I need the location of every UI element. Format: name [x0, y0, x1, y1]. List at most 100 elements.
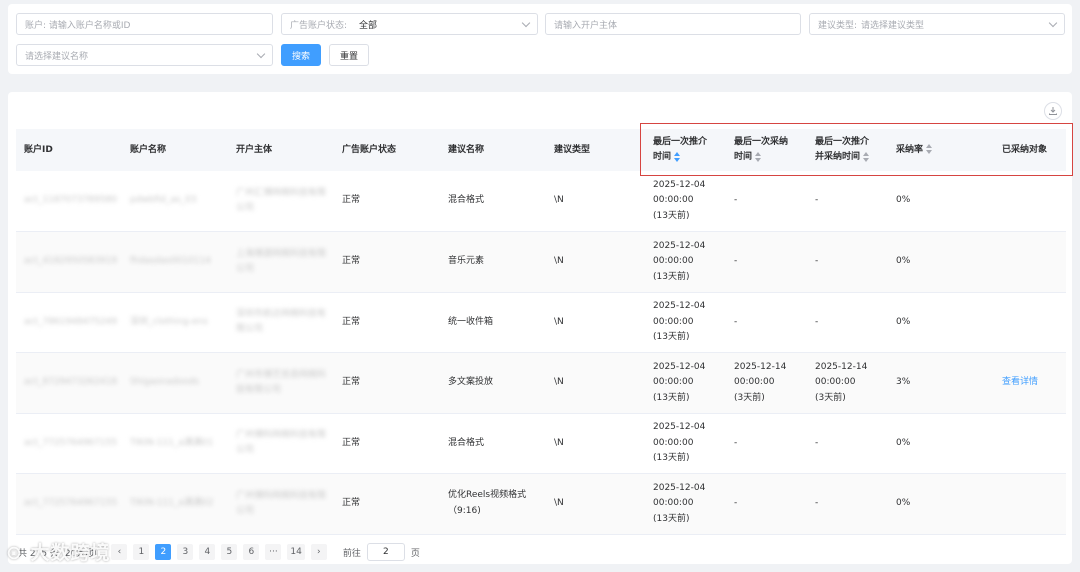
sort-icon[interactable] — [674, 151, 681, 162]
col-last-push-adopt[interactable]: 最后一次推介 并采纳时间 — [807, 129, 888, 171]
push-date: 2025-12-04 — [653, 240, 706, 251]
suggest-type-cell: \N — [554, 316, 564, 327]
suggest-type-select[interactable]: 建议类型: 请选择建议类型 — [809, 13, 1065, 35]
page-button[interactable]: 6 — [243, 544, 260, 560]
col-adopt-rate[interactable]: 采纳率 — [888, 129, 994, 171]
status-cell: 正常 — [342, 256, 361, 266]
adopt-rate-cell: 0% — [896, 195, 911, 206]
download-button[interactable] — [1044, 102, 1062, 120]
entity-input[interactable]: 请输入开户主体 — [545, 13, 801, 35]
prev-page-button[interactable]: ‹ — [111, 544, 128, 560]
account-name-cell: pdwbfid_as_03 — [130, 195, 197, 206]
adopt-date: - — [734, 316, 738, 327]
suggest-type-label: 建议类型: — [818, 20, 858, 31]
suggest-name-cell: 多文案投放 — [448, 377, 494, 387]
search-button[interactable]: 搜索 — [281, 44, 321, 66]
push-date: 2025-12-04 — [653, 361, 706, 372]
sort-icon[interactable] — [863, 151, 870, 162]
push-ago: (13天前) — [653, 332, 690, 342]
suggest-name-placeholder: 请选择建议名称 — [25, 51, 89, 62]
adopt-date: - — [734, 437, 738, 448]
sort-icon[interactable] — [926, 144, 933, 154]
page-button[interactable]: 5 — [221, 544, 238, 560]
account-name-cell: Shigaonadoods — [130, 377, 199, 387]
account-name-cell: 深圳_clothing-ens — [130, 316, 208, 327]
push-time: 00:00:00 — [653, 498, 694, 508]
adopt-date: - — [734, 256, 738, 266]
suggest-type-cell: \N — [554, 498, 564, 508]
status-cell: 正常 — [342, 437, 361, 448]
entity-cell: 深圳市航达网络科技有限公司 — [236, 309, 327, 334]
suggest-type-cell: \N — [554, 256, 564, 266]
suggestion-table: 账户ID 账户名称 开户主体 广告账户状态 建议名称 建议类型 最后一次推介 时… — [16, 129, 1066, 535]
push-adopt-time: 00:00:00 — [815, 377, 856, 387]
push-adopt-date: - — [815, 195, 819, 206]
push-ago: (13天前) — [653, 271, 690, 282]
status-cell: 正常 — [342, 377, 361, 387]
adopt-time: 00:00:00 — [734, 377, 775, 387]
account-id-cell: act_4182950583919 — [24, 256, 117, 266]
push-date: 2025-12-04 — [653, 179, 706, 190]
account-id-cell: act_8729473262418 — [24, 377, 117, 387]
view-details-link[interactable]: 查看详情 — [1002, 377, 1038, 387]
col-last-adopt-line2: 时间 — [734, 152, 753, 162]
entity-cell: 广州博科网络科技有限公司 — [236, 430, 327, 455]
account-name-cell: TIKIN-111_a满满02 — [130, 498, 214, 508]
push-adopt-date: 2025-12-14 — [815, 361, 868, 372]
account-search-placeholder: 账户: 请输入账户名称或ID — [25, 20, 131, 31]
col-last-adopt[interactable]: 最后一次采纳 时间 — [726, 129, 807, 171]
adopt-date: 2025-12-14 — [734, 361, 787, 372]
sort-icon[interactable] — [755, 151, 762, 162]
push-adopt-date: - — [815, 316, 819, 327]
status-cell: 正常 — [342, 195, 361, 206]
suggest-type-cell: \N — [554, 437, 564, 448]
account-search-input[interactable]: 账户: 请输入账户名称或ID — [16, 13, 273, 35]
suggest-type-cell: \N — [554, 195, 564, 206]
push-date: 2025-12-04 — [653, 482, 706, 493]
goto-page-input[interactable]: 2 — [366, 543, 405, 561]
status-select[interactable]: 广告账户状态: 全部 — [281, 13, 538, 35]
suggest-name-cell: 混合格式 — [448, 195, 485, 206]
account-id-cell: act_7725764967155 — [24, 437, 117, 448]
push-ago: (13天前) — [653, 453, 690, 463]
col-suggest-name: 建议名称 — [440, 129, 546, 171]
page-button[interactable]: 2 — [155, 544, 172, 560]
page-button[interactable]: 1 — [133, 544, 150, 560]
page-button[interactable]: 4 — [199, 544, 216, 560]
account-name-cell: fhdasdas0010114 — [130, 256, 211, 266]
col-entity: 开户主体 — [228, 129, 334, 171]
account-id-cell: act_1187073789580 — [24, 195, 117, 206]
push-date: 2025-12-04 — [653, 422, 706, 432]
push-date: 2025-12-04 — [653, 301, 706, 311]
adopt-date: - — [734, 195, 738, 206]
table-row: act_7725764967155 TIKIN-111_a满满02 广州博科网络科技… — [16, 473, 1066, 535]
next-page-button[interactable]: › — [310, 544, 327, 560]
adopt-rate-cell: 0% — [896, 437, 911, 448]
status-cell: 正常 — [342, 316, 361, 327]
push-ago: (13天前) — [653, 513, 690, 524]
filter-panel: 账户: 请输入账户名称或ID 广告账户状态: 全部 请输入开户主体 建议类型: … — [8, 4, 1072, 74]
pagination-ellipsis[interactable]: ··· — [265, 544, 282, 560]
table-header-row: 账户ID 账户名称 开户主体 广告账户状态 建议名称 建议类型 最后一次推介 时… — [16, 129, 1066, 171]
account-id-cell: act_7725764967155 — [24, 498, 117, 508]
entity-cell: 广州汇博网络科技有限公司 — [236, 187, 327, 213]
goto-suffix: 页 — [410, 548, 420, 559]
reset-button[interactable]: 重置 — [329, 44, 369, 66]
entity-cell: 上海博源网络科技有限公司 — [236, 248, 327, 274]
suggest-type-cell: \N — [554, 377, 564, 387]
goto-label: 前往 — [342, 548, 361, 559]
suggest-name-cell: 统一收件箱 — [448, 316, 494, 327]
adopt-ago: (3天前) — [734, 392, 765, 403]
chevron-down-icon — [521, 18, 531, 28]
suggest-name-select[interactable]: 请选择建议名称 — [16, 44, 273, 66]
watermark-logo: ⊙ 大数跨境 — [6, 542, 111, 564]
page-button[interactable]: 3 — [177, 544, 194, 560]
col-last-push-line1: 最后一次推介 — [653, 137, 708, 147]
col-suggest-type: 建议类型 — [546, 129, 645, 171]
col-last-push[interactable]: 最后一次推介 时间 — [645, 129, 726, 171]
col-last-push-adopt-line2: 并采纳时间 — [815, 152, 861, 162]
push-time: 00:00:00 — [653, 377, 694, 387]
page-last[interactable]: 14 — [287, 544, 305, 560]
col-last-push-adopt-line1: 最后一次推介 — [815, 137, 870, 147]
push-ago: (13天前) — [653, 392, 690, 403]
